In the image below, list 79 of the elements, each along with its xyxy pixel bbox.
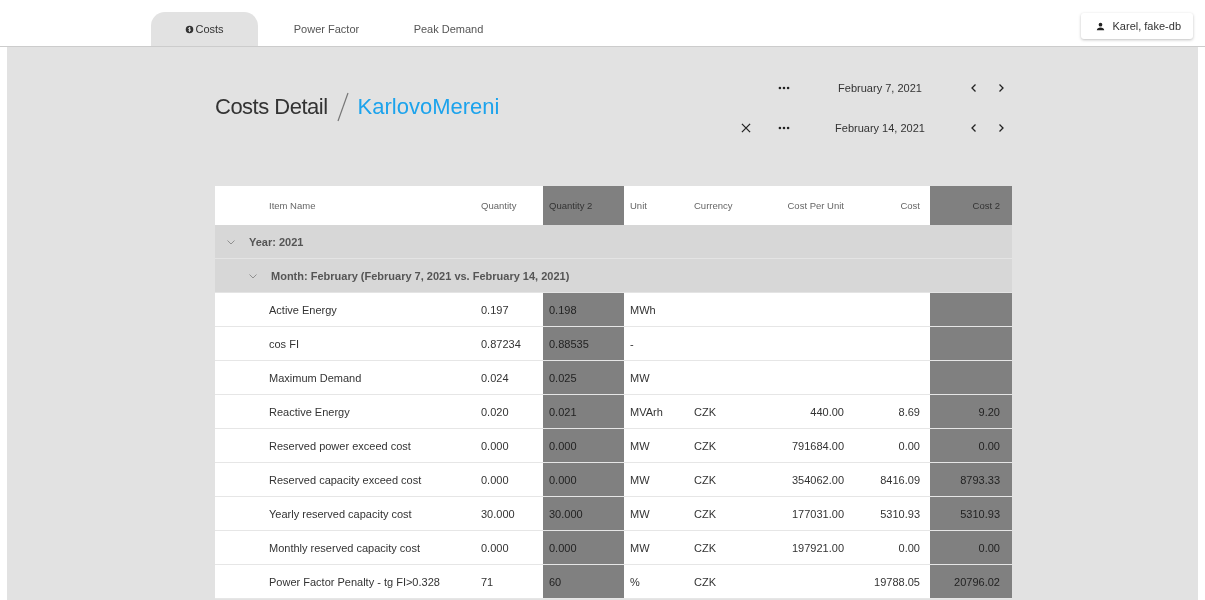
table-cell-text: MW bbox=[629, 506, 651, 522]
table-cell-text: CZK bbox=[693, 438, 717, 454]
column-header[interactable]: Cost Per Unit bbox=[758, 186, 854, 225]
table-cell-text: CZK bbox=[693, 404, 717, 420]
tab[interactable]: Power Factor bbox=[258, 12, 395, 46]
table-cell: 8793.33 bbox=[930, 463, 1012, 496]
table-cell-text: Power Factor Penalty - tg FI>0.328 bbox=[268, 574, 441, 590]
table-cell: 0.00 bbox=[930, 531, 1012, 564]
table-cell: 0.000 bbox=[543, 463, 624, 496]
table-cell-text: 0.87234 bbox=[480, 336, 522, 352]
table-cell-text: 19788.05 bbox=[873, 574, 921, 590]
group-label: Year: 2021 bbox=[249, 235, 304, 248]
column-header[interactable]: Item Name bbox=[215, 186, 475, 225]
table-cell-text: Reactive Energy bbox=[268, 404, 351, 420]
table-cell-text: cos FI bbox=[268, 336, 300, 352]
column-header[interactable]: Quantity 2 bbox=[543, 186, 624, 225]
table-cell-text: CZK bbox=[693, 540, 717, 556]
table-cell-text: MWh bbox=[629, 302, 657, 318]
table-cell: 30.000 bbox=[543, 497, 624, 530]
table-cell-text: 71 bbox=[480, 574, 495, 590]
table-cell-text: CZK bbox=[693, 506, 717, 522]
person-icon bbox=[1094, 20, 1106, 32]
table-cell-text: Reserved capacity exceed cost bbox=[268, 472, 423, 488]
table-cell-text: 0.00 bbox=[897, 438, 921, 454]
table-cell-text: 5310.93 bbox=[879, 506, 921, 522]
table-cell-text: Reserved power exceed cost bbox=[268, 438, 412, 454]
table-cell-text: % bbox=[629, 574, 641, 590]
table-cell-text: 354062.00 bbox=[791, 472, 845, 488]
table-cell-text: MVArh bbox=[629, 404, 664, 420]
tab[interactable]: Costs bbox=[151, 12, 258, 46]
table-cell-text: MW bbox=[629, 370, 651, 386]
table-cell: 60 bbox=[543, 565, 624, 598]
table-cell-text: 791684.00 bbox=[791, 438, 845, 454]
table-cell: 0.00 bbox=[930, 429, 1012, 462]
table-cell-text: Active Energy bbox=[268, 302, 338, 318]
table-cell-text: CZK bbox=[693, 574, 717, 590]
table-cell: 0.88535 bbox=[543, 327, 624, 360]
table-cell-text: MW bbox=[629, 472, 651, 488]
table-cell-text: Maximum Demand bbox=[268, 370, 363, 386]
table-cell-text: 0.00 bbox=[897, 540, 921, 556]
table-cell-text: 8416.09 bbox=[879, 472, 921, 488]
column-header[interactable]: Quantity bbox=[475, 186, 543, 225]
table-cell-text: 8.69 bbox=[897, 404, 921, 420]
table-cell-text: 0.024 bbox=[480, 370, 510, 386]
table-cell-text: MW bbox=[629, 438, 651, 454]
table-cell-text: MW bbox=[629, 540, 651, 556]
column-header[interactable]: Unit bbox=[624, 186, 688, 225]
table-cell: 0.021 bbox=[543, 395, 624, 428]
table-cell-text: 0.000 bbox=[480, 438, 510, 454]
table-cell-text: CZK bbox=[693, 472, 717, 488]
date-label: February 14, 2021 bbox=[834, 121, 926, 134]
user-button[interactable]: Karel, fake-db bbox=[1080, 13, 1193, 39]
column-header[interactable]: Currency bbox=[688, 186, 758, 225]
dollar-icon bbox=[185, 24, 195, 34]
table-cell-text: 197921.00 bbox=[791, 540, 845, 556]
date-label: February 7, 2021 bbox=[837, 81, 923, 94]
column-header[interactable]: Cost bbox=[854, 186, 930, 225]
table-cell-text: - bbox=[629, 336, 635, 352]
table-cell-text: 30.000 bbox=[480, 506, 516, 522]
table-cell: 0.000 bbox=[543, 531, 624, 564]
slash-divider bbox=[335, 92, 350, 122]
group-label: Month: February (February 7, 2021 vs. February 14, 2021) bbox=[271, 269, 570, 282]
table-cell: 0.025 bbox=[543, 361, 624, 394]
table-cell-text: 0.000 bbox=[480, 540, 510, 556]
table-cell-text: 0.197 bbox=[480, 302, 510, 318]
table-cell-text: Yearly reserved capacity cost bbox=[268, 506, 413, 522]
table-cell-text: 0.020 bbox=[480, 404, 510, 420]
table-cell-text: 177031.00 bbox=[791, 506, 845, 522]
table-cell: 5310.93 bbox=[930, 497, 1012, 530]
table-cell-text: Monthly reserved capacity cost bbox=[268, 540, 421, 556]
table-cell: 0.000 bbox=[543, 429, 624, 462]
table-cell: 9.20 bbox=[930, 395, 1012, 428]
table-cell: 0.198 bbox=[543, 293, 624, 326]
page-title: Costs Detail bbox=[215, 94, 328, 120]
table-cell: 20796.02 bbox=[930, 565, 1012, 598]
table-cell-text: 440.00 bbox=[809, 404, 845, 420]
tab[interactable]: Peak Demand bbox=[395, 12, 502, 46]
table-cell-text: 0.000 bbox=[480, 472, 510, 488]
column-header[interactable]: Cost 2 bbox=[930, 186, 1012, 225]
